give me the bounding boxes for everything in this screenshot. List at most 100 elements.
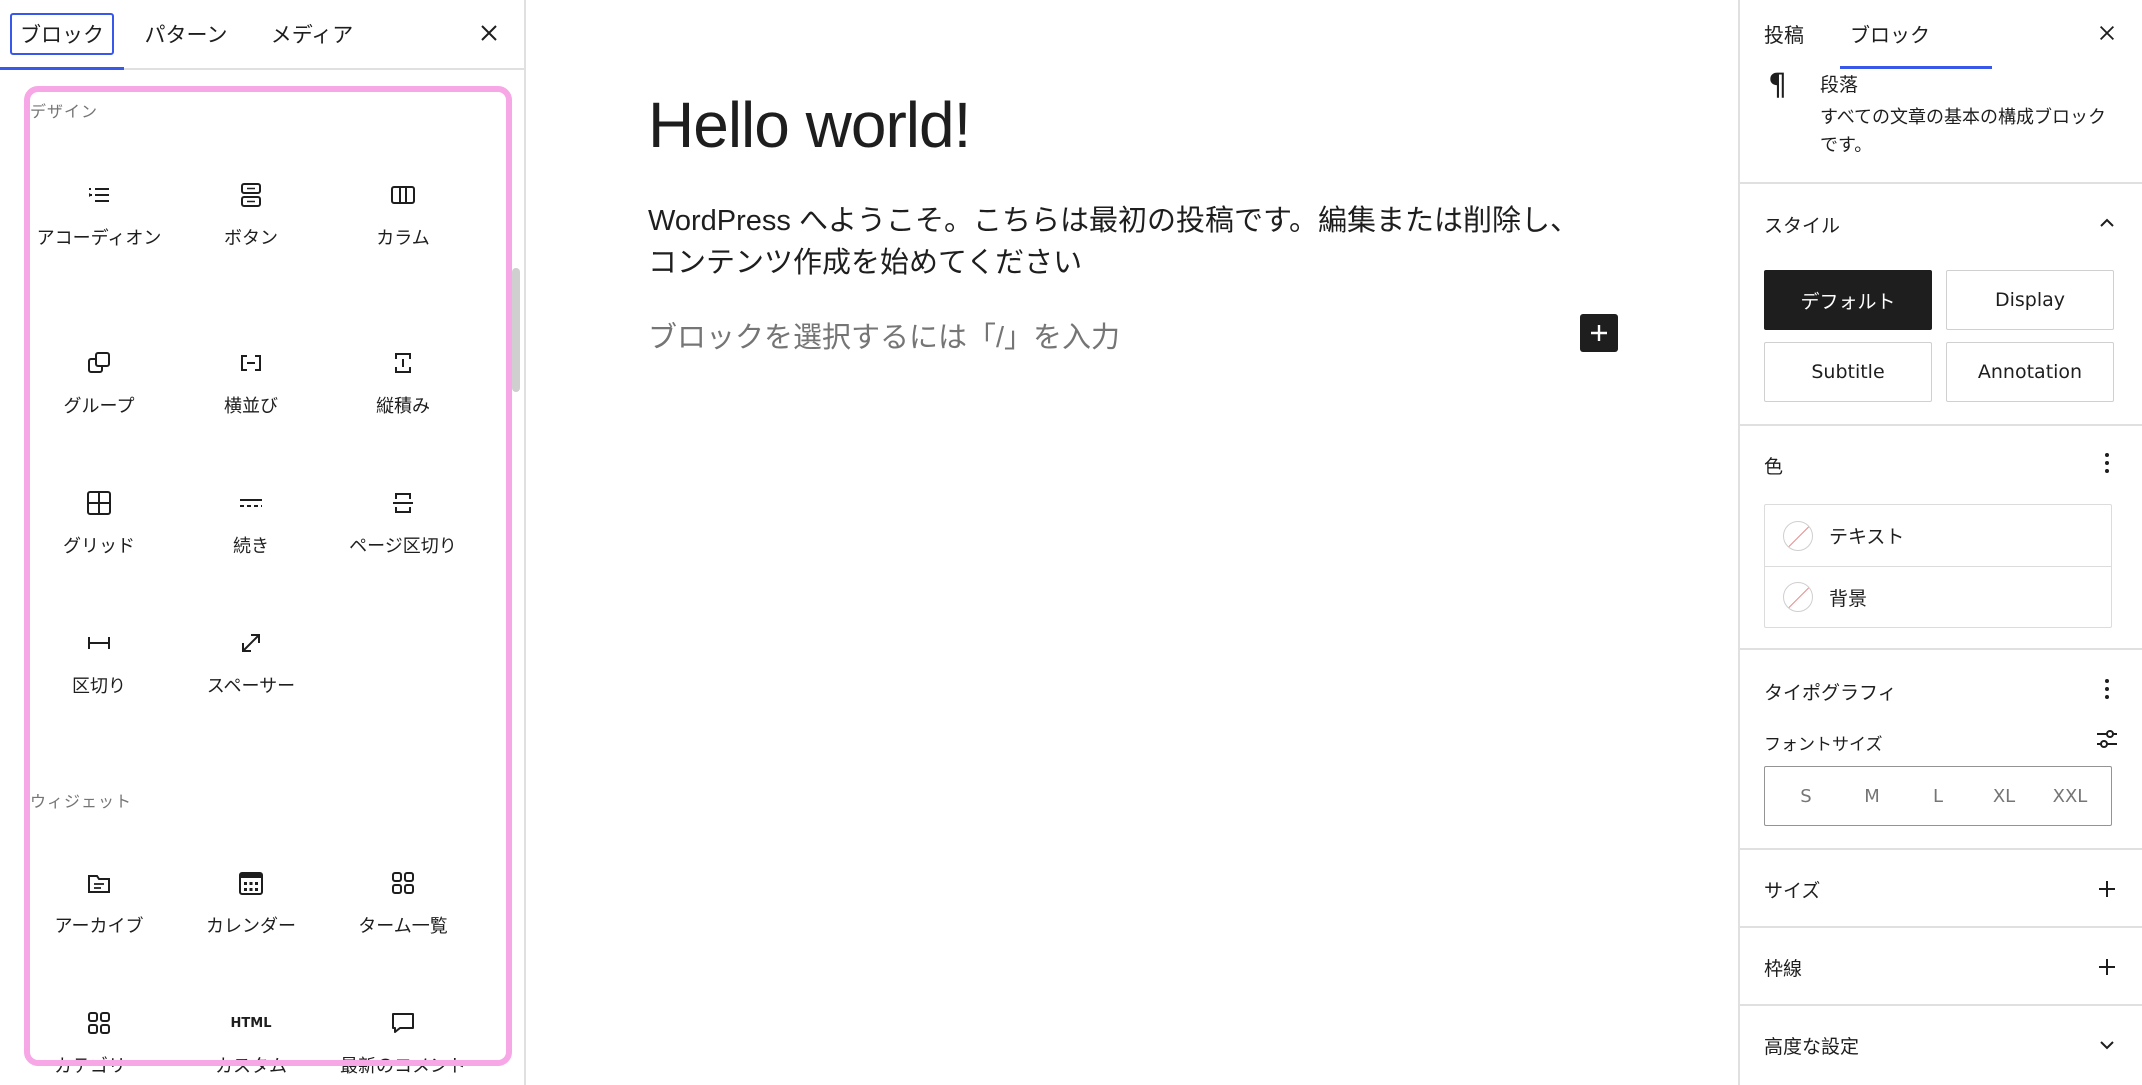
- block-item-more[interactable]: 続き: [176, 488, 326, 560]
- category-title-design: デザイン: [30, 102, 99, 121]
- block-item-buttons[interactable]: ボタン: [176, 180, 326, 252]
- block-card: ¶ 段落 すべての文章の基本の構成ブロックです。: [1740, 66, 2142, 184]
- archive-icon: [84, 868, 114, 898]
- style-subtitle-button[interactable]: Subtitle: [1764, 342, 1932, 402]
- style-display-button[interactable]: Display: [1946, 270, 2114, 330]
- accordion-icon: [84, 180, 114, 210]
- chevron-up-icon: [2100, 218, 2114, 227]
- block-card-description: すべての文章の基本の構成ブロックです。: [1820, 107, 2107, 156]
- color-item-label: 背景: [1829, 587, 1868, 610]
- font-size-l[interactable]: L: [1908, 786, 1968, 807]
- tab-block[interactable]: ブロック: [1850, 0, 1930, 66]
- advanced-expand-button[interactable]: [2092, 1030, 2122, 1060]
- font-size-picker: S M L XL XXL: [1764, 766, 2112, 826]
- comments-icon: [388, 1008, 418, 1038]
- group-icon: [84, 348, 114, 378]
- font-size-s[interactable]: S: [1776, 786, 1836, 807]
- inserter-tabs: ブロック パターン メディア: [0, 0, 524, 70]
- grid-icon: [84, 488, 114, 518]
- font-size-xl[interactable]: XL: [1974, 786, 2034, 807]
- block-item-label: アーカイブ: [54, 916, 144, 937]
- styles-panel: スタイル デフォルト Display Subtitle Annotation: [1740, 184, 2142, 426]
- block-item-spacer[interactable]: スペーサー: [176, 628, 326, 700]
- border-panel: 枠線: [1740, 928, 2142, 1006]
- block-item-terms-list[interactable]: ターム一覧: [328, 868, 478, 940]
- color-item-text[interactable]: テキスト: [1765, 505, 2111, 566]
- styles-collapse-button[interactable]: [2092, 208, 2122, 238]
- empty-block-placeholder[interactable]: ブロックを選択するには「/」を入力: [648, 314, 1120, 356]
- columns-icon: [388, 180, 418, 210]
- more-vertical-icon: [2105, 679, 2109, 699]
- paragraph-block[interactable]: WordPress へようこそ。こちらは最初の投稿です。編集または削除し、コンテ…: [648, 200, 1608, 284]
- close-inserter-button[interactable]: [474, 18, 504, 48]
- more-vertical-icon: [2105, 453, 2109, 473]
- page-break-icon: [388, 488, 418, 518]
- tab-blocks-label: ブロック: [10, 13, 114, 55]
- color-options-button[interactable]: [2092, 448, 2122, 478]
- style-default-button[interactable]: デフォルト: [1764, 270, 1932, 330]
- block-item-stack[interactable]: 縦積み: [328, 348, 478, 420]
- close-icon: [2099, 25, 2115, 41]
- sidebar-tabs: 投稿 ブロック: [1740, 0, 2142, 69]
- advanced-panel-title[interactable]: 高度な設定: [1764, 1032, 1859, 1059]
- block-item-calendar[interactable]: カレンダー: [176, 868, 326, 940]
- block-item-page-break[interactable]: ページ区切り: [328, 488, 478, 560]
- buttons-icon: [236, 180, 266, 210]
- inserter-block-list[interactable]: デザイン アコーディオン ボタン カラム グループ 横並び 縦積み グリッド 続…: [0, 72, 504, 1085]
- font-size-m[interactable]: M: [1842, 786, 1902, 807]
- tab-media[interactable]: メディア: [262, 0, 362, 68]
- tab-post[interactable]: 投稿: [1764, 0, 1804, 66]
- block-item-label: アコーディオン: [36, 228, 162, 249]
- paragraph-icon: ¶: [1768, 68, 1788, 103]
- block-item-accordion[interactable]: アコーディオン: [24, 180, 174, 252]
- block-item-archives[interactable]: アーカイブ: [24, 868, 174, 940]
- spacer-icon: [236, 628, 266, 658]
- plus-icon: [1591, 325, 1607, 341]
- block-item-columns[interactable]: カラム: [328, 180, 478, 252]
- block-item-row[interactable]: 横並び: [176, 348, 326, 420]
- tab-patterns[interactable]: パターン: [136, 0, 236, 68]
- plus-icon: [2099, 959, 2115, 975]
- block-item-label: 横並び: [224, 396, 278, 417]
- custom-font-size-button[interactable]: [2092, 724, 2122, 754]
- typography-options-button[interactable]: [2092, 674, 2122, 704]
- style-annotation-button[interactable]: Annotation: [1946, 342, 2114, 402]
- block-item-label: カテゴリー: [54, 1056, 144, 1077]
- plus-icon: [2099, 881, 2115, 897]
- block-item-label: スペーサー: [206, 676, 296, 697]
- add-block-button[interactable]: [1580, 314, 1618, 352]
- block-item-label: ターム一覧: [358, 916, 448, 937]
- block-item-latest-comments[interactable]: 最新のコメント: [328, 1008, 478, 1080]
- size-add-button[interactable]: [2092, 874, 2122, 904]
- color-swatch-empty: [1783, 520, 1813, 551]
- block-item-separator[interactable]: 区切り: [24, 628, 174, 700]
- post-title[interactable]: Hello world!: [648, 88, 971, 162]
- block-item-group[interactable]: グループ: [24, 348, 174, 420]
- size-panel: サイズ: [1740, 850, 2142, 928]
- block-item-label: ボタン: [224, 228, 278, 249]
- inserter-scrollbar[interactable]: [512, 268, 520, 392]
- color-swatch-empty: [1783, 582, 1813, 612]
- block-item-categories[interactable]: カテゴリー: [24, 1008, 174, 1080]
- block-item-label: カラム: [376, 228, 430, 249]
- block-item-label: カスタム: [215, 1056, 287, 1077]
- font-size-label: フォントサイズ: [1764, 735, 1883, 755]
- block-item-label: カレンダー: [206, 916, 296, 937]
- block-item-label: 縦積み: [376, 396, 430, 417]
- block-item-label: 最新のコメント: [340, 1056, 466, 1077]
- block-item-label: 区切り: [72, 676, 126, 697]
- block-item-custom-html[interactable]: HTML カスタム: [176, 1008, 326, 1080]
- border-add-button[interactable]: [2092, 952, 2122, 982]
- tab-block-label: ブロック: [1850, 22, 1930, 47]
- font-size-xxl[interactable]: XXL: [2040, 786, 2100, 807]
- block-item-grid[interactable]: グリッド: [24, 488, 174, 560]
- color-item-background[interactable]: 背景: [1765, 566, 2111, 627]
- html-icon-text: HTML: [230, 1015, 272, 1031]
- color-item-label: テキスト: [1829, 526, 1905, 548]
- tab-blocks[interactable]: ブロック: [0, 0, 124, 70]
- close-sidebar-button[interactable]: [2092, 18, 2122, 48]
- category-title-widgets: ウィジェット: [30, 792, 133, 811]
- block-item-label: グループ: [63, 396, 135, 417]
- styles-panel-title[interactable]: スタイル: [1764, 211, 1840, 238]
- calendar-icon: [236, 868, 266, 898]
